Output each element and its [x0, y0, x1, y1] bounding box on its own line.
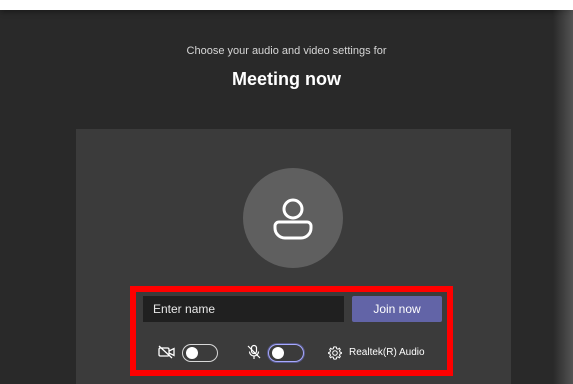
mic-toggle[interactable] [268, 344, 304, 362]
meeting-prejoin-window: Choose your audio and video settings for… [0, 0, 573, 384]
meeting-subtitle: Choose your audio and video settings for [186, 45, 387, 57]
name-input[interactable] [143, 296, 344, 322]
audio-device-label[interactable]: Realtek(R) Audio [349, 346, 425, 360]
camera-toggle[interactable] [182, 344, 218, 362]
join-now-button[interactable]: Join now [352, 296, 442, 322]
person-icon [273, 198, 313, 240]
mic-toggle-knob [272, 347, 284, 359]
avatar [243, 168, 343, 268]
camera-toggle-knob [186, 347, 198, 359]
meeting-title: Meeting now [232, 69, 341, 89]
camera-off-icon [158, 345, 175, 359]
mic-off-icon [247, 344, 261, 359]
gear-icon[interactable] [327, 345, 343, 361]
